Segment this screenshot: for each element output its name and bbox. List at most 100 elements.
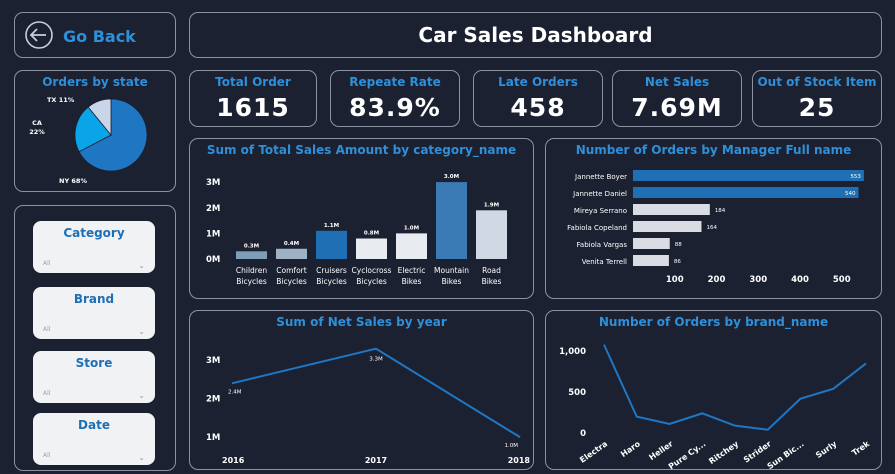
y-tick-label: 1M (206, 229, 220, 239)
kpi-label: Total Order (215, 75, 291, 89)
y-tick-label: 500 (568, 388, 586, 398)
data-label: 3.3M (369, 357, 383, 363)
manager-orders-chart: Jannette Boyer 553 Jannette Daniel 540 Mirey… (567, 170, 864, 285)
bar (633, 170, 864, 181)
kpi-value: 25 (798, 93, 836, 122)
chevron-down-icon[interactable]: ⌄ (138, 261, 145, 270)
bar (316, 230, 347, 259)
slicer-value: All (43, 452, 51, 459)
x-tick-label: Children (236, 266, 267, 275)
data-label: 1.0M (505, 443, 519, 449)
chevron-down-icon[interactable]: ⌄ (138, 391, 145, 400)
bar-value-label: 0.4M (284, 241, 299, 247)
bar (396, 233, 427, 259)
x-tick-label: Bikes (482, 277, 502, 286)
kpi-value: 1615 (216, 93, 290, 122)
kpi-label: Net Sales (644, 75, 710, 89)
slicer-value: All (43, 260, 51, 267)
x-tick-label: 2017 (365, 456, 387, 465)
y-tick-label: 3M (206, 356, 220, 366)
x-tick-label: Bikes (402, 277, 422, 286)
brand-slicer[interactable]: Brand All ⌄ (33, 287, 155, 339)
bar-value-label: 1.9M (484, 202, 499, 208)
net-sales-year-title: Sum of Net Sales by year (276, 315, 447, 329)
x-tick-label: Sun Bic... (766, 439, 806, 469)
filters-panel: Category All ⌄ Brand All ⌄ Store All ⌄ D… (14, 205, 176, 471)
x-tick-label: 500 (833, 275, 851, 285)
bar (356, 238, 387, 259)
y-tick-label: 2M (206, 395, 220, 405)
brand-orders-title: Number of Orders by brand_name (598, 315, 829, 329)
kpi-value: 83.9% (349, 93, 441, 122)
page-title: Car Sales Dashboard (418, 23, 653, 47)
kpi-value: 458 (510, 93, 566, 122)
x-tick-label: Trek (850, 439, 872, 458)
bar (276, 248, 307, 259)
bar-value-label: 88 (675, 242, 682, 248)
slicer-label: Date (78, 418, 110, 432)
bar-value-label: 1.1M (324, 223, 339, 229)
y-tick-label: Venita Terrell (582, 258, 627, 266)
y-tick-label: Fabiola Vargas (577, 241, 628, 249)
bar-value-label: 540 (845, 191, 856, 197)
x-tick-label: Electric (398, 266, 426, 275)
orders-by-state-chart: NY 68% CA22% TX 11% (29, 96, 148, 185)
x-tick-label: Bikes (442, 277, 462, 286)
x-tick-label: Pure Cy... (667, 439, 708, 469)
category-sales-chart: 0M 1M 2M 3M 0.3M Children Bicycles 0.4M Comfort B… (206, 174, 507, 286)
category-sales-title: Sum of Total Sales Amount by category_na… (206, 143, 517, 157)
date-slicer[interactable]: Date All ⌄ (33, 413, 155, 465)
store-slicer[interactable]: Store All ⌄ (33, 351, 155, 403)
kpi-label: Out of Stock Item (757, 75, 877, 89)
chevron-down-icon[interactable]: ⌄ (138, 327, 145, 336)
slicer-label: Store (75, 356, 113, 370)
bar-value-label: 553 (850, 174, 861, 180)
bar (436, 182, 467, 259)
orders-by-state-title: Orders by state (42, 75, 148, 89)
go-back-button[interactable]: Go Back (14, 12, 176, 58)
x-tick-label: Comfort (276, 266, 306, 275)
bar (476, 210, 507, 259)
x-tick-label: 300 (749, 275, 767, 285)
slicer-value: All (43, 390, 51, 397)
x-tick-label: 200 (708, 275, 726, 285)
x-tick-label: Haro (619, 439, 642, 459)
kpi-total-order: Total Order 1615 (189, 70, 317, 127)
x-tick-label: 100 (666, 275, 684, 285)
kpi-net-sales: Net Sales 7.69M (612, 70, 742, 127)
y-tick-label: Mireya Serrano (574, 207, 627, 215)
net-sales-year-chart: 1M 2M 3M 2.4M 3.3M 1.0M 2016 2017 2018 (206, 347, 531, 465)
category-slicer[interactable]: Category All ⌄ (33, 221, 155, 273)
x-tick-label: 2016 (222, 456, 245, 465)
x-tick-label: Surly (814, 439, 839, 460)
bar (633, 221, 702, 232)
x-tick-label: 2018 (508, 456, 531, 465)
y-tick-label: 0M (206, 255, 220, 265)
bar-value-label: 3.0M (444, 174, 459, 180)
bar-value-label: 164 (706, 225, 717, 231)
y-tick-label: Jannette Boyer (574, 173, 627, 181)
bar-value-label: 1.0M (404, 225, 419, 231)
x-tick-label: Mountain (434, 266, 469, 275)
x-tick-label: Bicycles (356, 277, 387, 286)
pie-label: CA (32, 119, 42, 127)
orders-by-state-panel: Orders by state NY 68% CA 22% TX 11% (14, 70, 176, 192)
pie-label: TX 11% (47, 96, 75, 104)
y-tick-label: 1,000 (559, 347, 586, 357)
bar-value-label: 0.3M (244, 243, 259, 249)
slicer-label: Brand (73, 292, 115, 306)
bar (633, 187, 859, 198)
bar (633, 204, 710, 215)
arrow-left-icon (25, 21, 53, 49)
category-sales-panel: Sum of Total Sales Amount by category_na… (189, 138, 534, 299)
bar-value-label: 86 (674, 259, 681, 265)
x-tick-label: Bicycles (236, 277, 267, 286)
chevron-down-icon[interactable]: ⌄ (138, 453, 145, 462)
brand-orders-panel: Number of Orders by brand_name 0 500 1,000… (545, 310, 882, 470)
bar (633, 255, 669, 266)
x-tick-label: Cyclocross (352, 266, 392, 275)
net-sales-year-panel: Sum of Net Sales by year 1M 2M 3M 2.4M 3.3M 1… (189, 310, 534, 470)
y-tick-label: 2M (206, 204, 220, 214)
x-tick-label: Road (482, 266, 501, 275)
y-tick-label: Jannette Daniel (572, 190, 627, 198)
